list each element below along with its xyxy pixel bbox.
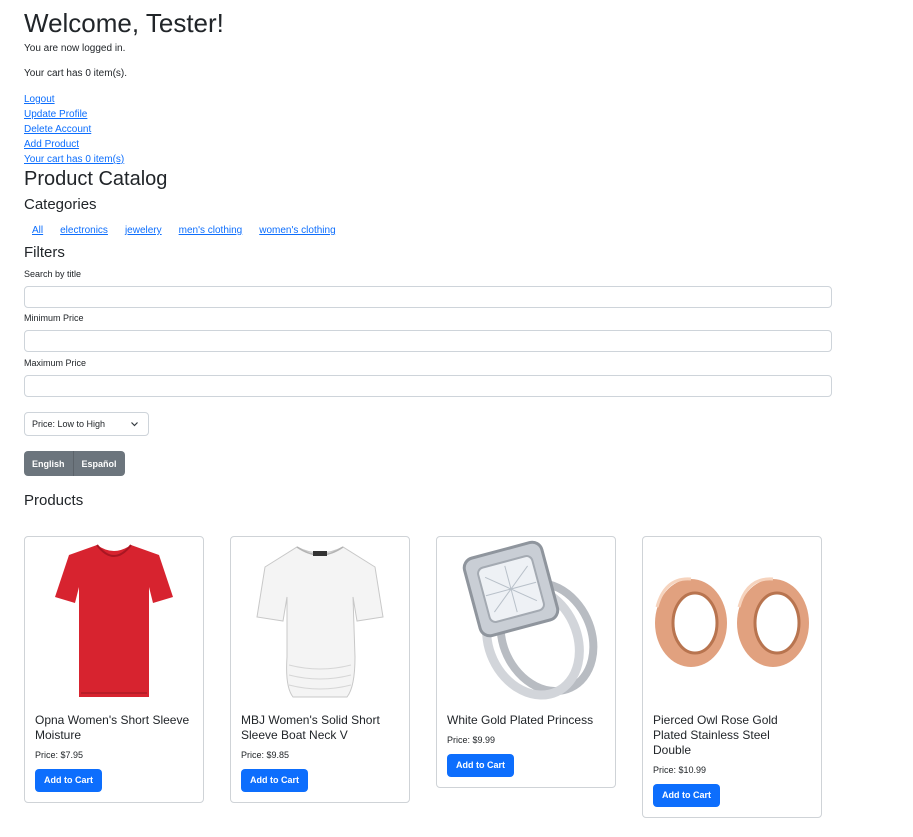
category-mens-clothing-link[interactable]: men's clothing	[179, 224, 243, 238]
english-button[interactable]: English	[24, 451, 74, 476]
product-title: White Gold Plated Princess	[447, 713, 594, 727]
search-label: Search by title	[24, 269, 82, 279]
category-list: All electronics jewelery men's clothing …	[32, 224, 336, 238]
account-links: Logout Update Profile Delete Account Add…	[24, 92, 124, 167]
product-price: Price: $7.95	[35, 750, 84, 760]
add-product-link[interactable]: Add Product	[24, 137, 124, 152]
add-to-cart-button[interactable]: Add to Cart	[447, 754, 514, 777]
min-price-input[interactable]	[24, 330, 832, 352]
category-all-link[interactable]: All	[32, 224, 43, 238]
delete-account-link[interactable]: Delete Account	[24, 122, 124, 137]
category-electronics-link[interactable]: electronics	[60, 224, 108, 238]
welcome-heading: Welcome, Tester!	[24, 8, 224, 38]
product-price: Price: $9.85	[241, 750, 290, 760]
logged-in-message: You are now logged in.	[24, 43, 126, 54]
add-to-cart-button[interactable]: Add to Cart	[653, 784, 720, 807]
min-price-label: Minimum Price	[24, 313, 84, 323]
search-input[interactable]	[24, 286, 832, 308]
category-jewelery-link[interactable]: jewelery	[125, 224, 162, 238]
product-card: Opna Women's Short Sleeve Moisture Price…	[24, 536, 204, 803]
catalog-title: Product Catalog	[24, 168, 168, 190]
sort-select[interactable]: Price: Low to High	[24, 412, 149, 436]
sort-selected-value: Price: Low to High	[32, 419, 106, 429]
language-toggle: English Español	[24, 451, 125, 476]
category-womens-clothing-link[interactable]: women's clothing	[259, 224, 335, 238]
product-card: MBJ Women's Solid Short Sleeve Boat Neck…	[230, 536, 410, 803]
filters-heading: Filters	[24, 244, 65, 261]
product-card: Pierced Owl Rose Gold Plated Stainless S…	[642, 536, 822, 818]
cart-link[interactable]: Your cart has 0 item(s)	[24, 152, 124, 167]
product-image-rose-gold-tunnels	[643, 537, 821, 705]
products-heading: Products	[24, 492, 84, 509]
chevron-down-icon	[130, 413, 139, 443]
product-title: Opna Women's Short Sleeve Moisture	[35, 713, 190, 742]
logout-link[interactable]: Logout	[24, 92, 124, 107]
cart-status-text: Your cart has 0 item(s).	[24, 68, 128, 79]
product-image-red-tshirt	[25, 537, 203, 705]
product-image-diamond-ring	[437, 537, 615, 705]
product-title: Pierced Owl Rose Gold Plated Stainless S…	[653, 713, 778, 757]
product-title: MBJ Women's Solid Short Sleeve Boat Neck…	[241, 713, 380, 742]
add-to-cart-button[interactable]: Add to Cart	[35, 769, 102, 792]
product-card: White Gold Plated Princess Price: $9.99 …	[436, 536, 616, 788]
max-price-label: Maximum Price	[24, 358, 87, 368]
update-profile-link[interactable]: Update Profile	[24, 107, 124, 122]
spanish-button[interactable]: Español	[73, 451, 125, 476]
max-price-input[interactable]	[24, 375, 832, 397]
product-price: Price: $9.99	[447, 735, 496, 745]
add-to-cart-button[interactable]: Add to Cart	[241, 769, 308, 792]
product-image-white-top	[231, 537, 409, 705]
categories-heading: Categories	[24, 196, 97, 213]
product-price: Price: $10.99	[653, 765, 707, 775]
